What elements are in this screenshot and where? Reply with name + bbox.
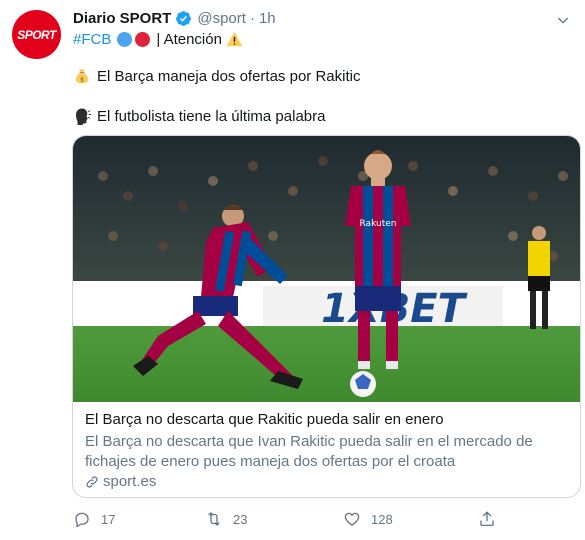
share-button[interactable] bbox=[478, 510, 496, 528]
reply-button[interactable]: 17 bbox=[73, 510, 115, 528]
shirt-sponsor-text: Rakuten bbox=[360, 219, 397, 229]
red-circle-icon bbox=[135, 31, 151, 47]
caret-down-icon[interactable] bbox=[555, 12, 571, 28]
verified-icon bbox=[176, 10, 192, 26]
speaking-head-icon bbox=[76, 108, 91, 125]
card-domain: sport.es bbox=[85, 473, 156, 490]
card-description: El Barça no descarta que Ivan Rakitic pu… bbox=[85, 433, 533, 470]
avatar-logo-text: SPORT bbox=[17, 27, 56, 42]
svg-text:$: $ bbox=[80, 76, 84, 83]
tweet-header: Diario SPORT @sport · 1h bbox=[73, 8, 276, 28]
retweet-count: 23 bbox=[233, 511, 248, 527]
card-title: El Barça no descarta que Rakitic pueda s… bbox=[85, 411, 444, 428]
tweet-text-line-2: $ El Barça maneja dos ofertas por Rakiti… bbox=[73, 66, 360, 86]
avatar[interactable]: SPORT bbox=[12, 10, 61, 59]
like-icon bbox=[344, 512, 360, 526]
tweet-timestamp[interactable]: 1h bbox=[259, 10, 276, 27]
blue-circle-icon bbox=[117, 31, 133, 47]
card-image: 1XBET Rakuten bbox=[73, 136, 580, 402]
money-bag-icon: $ bbox=[76, 69, 88, 84]
author-name[interactable]: Diario SPORT bbox=[73, 10, 171, 27]
warning-icon bbox=[226, 31, 243, 47]
link-preview-card[interactable]: 1XBET Rakuten bbox=[72, 135, 581, 498]
line3-text: El futbolista tiene la última palabra bbox=[97, 107, 326, 125]
retweet-icon bbox=[208, 512, 220, 526]
header-separator: · bbox=[249, 9, 255, 27]
tweet-text-line-3: El futbolista tiene la última palabra bbox=[73, 106, 325, 126]
card-domain-text: sport.es bbox=[103, 473, 157, 490]
line1-suffix: | Atención bbox=[156, 30, 222, 48]
share-icon bbox=[480, 511, 494, 527]
retweet-button[interactable]: 23 bbox=[205, 510, 247, 528]
reply-icon bbox=[75, 512, 89, 528]
link-icon bbox=[86, 475, 98, 488]
hashtag-link[interactable]: #FCB bbox=[73, 31, 111, 48]
like-button[interactable]: 128 bbox=[343, 510, 393, 528]
tweet-actions: 17 23 128 bbox=[73, 510, 513, 532]
line2-text: El Barça maneja dos ofertas por Rakitic bbox=[97, 67, 361, 85]
author-handle[interactable]: @sport bbox=[197, 10, 246, 27]
reply-count: 17 bbox=[101, 511, 116, 527]
tweet-text-line-1: #FCB | Atención bbox=[73, 29, 243, 49]
like-count: 128 bbox=[371, 511, 393, 527]
